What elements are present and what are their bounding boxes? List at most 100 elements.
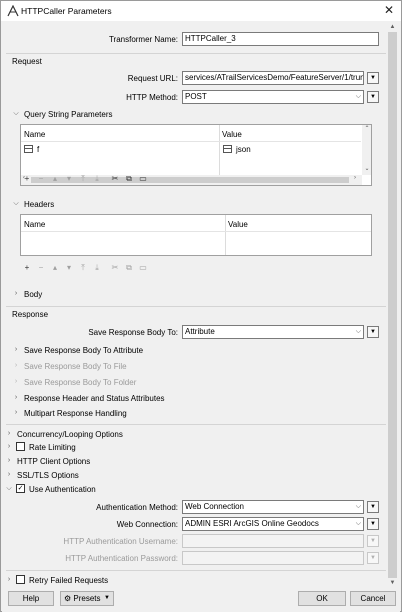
chevron-right-icon[interactable]: › [5,576,13,583]
save-response-body-label: Save Response Body To: [88,328,178,337]
headers-table[interactable]: Name Value [20,214,372,256]
scroll-up-icon[interactable]: ▲ [386,22,399,32]
response-item-multipart[interactable]: Multipart Response Handling [24,409,127,418]
chevron-right-icon[interactable]: › [5,471,13,478]
chevron-down-icon[interactable]: ⌵ [12,110,20,118]
web-connection-menu-button[interactable]: ▼ [367,518,379,530]
query-param-value-cell[interactable]: json [236,145,251,154]
copy-icon[interactable]: ⧉ [124,262,134,274]
add-row-icon[interactable]: + [22,173,32,185]
save-response-body-menu-button[interactable]: ▼ [367,326,379,338]
fme-app-icon [7,5,19,17]
cancel-button[interactable]: Cancel [350,591,396,606]
copy-icon[interactable]: ⧉ [124,173,134,185]
auth-username-input [182,534,364,548]
ssl-group-title[interactable]: SSL/TLS Options [17,471,79,480]
request-url-menu-button[interactable]: ▼ [367,72,379,84]
web-connection-select[interactable]: ADMIN ESRI ArcGIS Online Geodocs ⌵ [182,517,364,531]
save-response-body-value: Attribute [185,327,215,336]
scroll-thumb[interactable] [388,32,397,578]
scroll-up-icon[interactable]: ⌃ [362,125,371,133]
move-top-icon[interactable]: ⤒ [78,173,88,185]
move-up-icon[interactable]: ▴ [50,173,60,185]
cut-icon[interactable]: ✂ [110,262,120,274]
auth-method-label: Authentication Method: [96,503,178,512]
rate-limiting-group-title[interactable]: Rate Limiting [29,443,76,452]
move-top-icon[interactable]: ⤒ [78,262,88,274]
chevron-right-icon[interactable]: › [12,346,20,353]
header-divider [21,141,361,142]
http-method-value: POST [185,92,207,101]
auth-password-input [182,551,364,565]
column-divider [225,215,226,255]
divider [6,570,386,571]
dialog-window: HTTPCaller Parameters ✕ Transformer Name… [0,0,402,612]
panel-vertical-scrollbar[interactable]: ▲ ▼ [386,22,399,588]
table-vertical-scrollbar[interactable]: ⌃ ⌄ [362,125,371,175]
cut-icon[interactable]: ✂ [110,173,120,185]
use-authentication-checkbox[interactable]: ✓ [16,484,25,493]
http-method-menu-button[interactable]: ▼ [367,91,379,103]
presets-button[interactable]: ⚙ Presets ▼ [60,591,114,606]
column-divider [219,125,220,175]
http-method-label: HTTP Method: [126,93,178,102]
concurrency-group-title[interactable]: Concurrency/Looping Options [17,430,123,439]
divider [6,53,386,54]
chevron-right-icon[interactable]: › [12,409,20,416]
web-connection-label: Web Connection: [116,520,178,529]
title-bar: HTTPCaller Parameters ✕ [1,1,401,21]
auth-password-menu-button: ▼ [367,552,379,564]
http-client-group-title[interactable]: HTTP Client Options [17,457,90,466]
move-up-icon[interactable]: ▴ [50,262,60,274]
move-bottom-icon[interactable]: ⤓ [92,173,102,185]
chevron-down-icon: ⌵ [355,503,361,510]
presets-icon: ⚙ [64,594,72,603]
scroll-down-icon[interactable]: ⌄ [362,165,371,173]
remove-row-icon[interactable]: − [36,173,46,185]
auth-method-menu-button[interactable]: ▼ [367,501,379,513]
retry-failed-group-title[interactable]: Retry Failed Requests [29,576,108,585]
chevron-right-icon[interactable]: › [12,394,20,401]
scroll-down-icon[interactable]: ▼ [386,578,399,588]
headers-toolbar: + − ▴ ▾ ⤒ ⤓ ✂ ⧉ ▭ [22,262,162,274]
scroll-right-icon[interactable]: › [354,175,356,181]
response-item-header-status[interactable]: Response Header and Status Attributes [24,394,165,403]
request-url-input[interactable]: services/ATrailServicesDemo/FeatureServe… [182,71,364,85]
chevron-right-icon[interactable]: › [5,457,13,464]
chevron-right-icon[interactable]: › [5,430,13,437]
chevron-down-icon: ⌵ [355,520,361,527]
query-param-name-cell[interactable]: f [37,145,39,154]
response-item-body-to-attribute[interactable]: Save Response Body To Attribute [24,346,143,355]
paste-icon[interactable]: ▭ [138,262,148,274]
chevron-down-icon[interactable]: ⌵ [12,200,20,208]
parameters-panel[interactable]: Transformer Name: HTTPCaller_3 Request R… [2,22,399,588]
help-button[interactable]: Help [8,591,54,606]
chevron-down-icon: ⌵ [355,328,361,335]
divider [6,306,386,307]
body-group-title[interactable]: Body [24,290,42,299]
move-bottom-icon[interactable]: ⤓ [92,262,102,274]
transformer-name-input[interactable]: HTTPCaller_3 [182,32,379,46]
headers-group-title[interactable]: Headers [24,200,54,209]
chevron-right-icon[interactable]: › [5,443,13,450]
request-url-label: Request URL: [127,74,178,83]
query-params-group-title[interactable]: Query String Parameters [24,110,112,119]
ok-button[interactable]: OK [298,591,346,606]
response-item-body-to-folder: Save Response Body To Folder [24,378,137,387]
http-method-select[interactable]: POST ⌵ [182,90,364,104]
remove-row-icon[interactable]: − [36,262,46,274]
chevron-down-icon: ⌵ [355,93,361,100]
chevron-right-icon: › [14,378,18,385]
move-down-icon[interactable]: ▾ [64,173,74,185]
save-response-body-select[interactable]: Attribute ⌵ [182,325,364,339]
use-authentication-group-title[interactable]: Use Authentication [29,485,96,494]
close-icon[interactable]: ✕ [381,2,397,18]
auth-method-select[interactable]: Web Connection ⌵ [182,500,364,514]
chevron-right-icon[interactable]: › [12,290,20,297]
retry-failed-checkbox[interactable] [16,575,25,584]
add-row-icon[interactable]: + [22,262,32,274]
move-down-icon[interactable]: ▾ [64,262,74,274]
rate-limiting-checkbox[interactable] [16,442,25,451]
paste-icon[interactable]: ▭ [138,173,148,185]
chevron-down-icon[interactable]: ⌵ [5,485,13,493]
